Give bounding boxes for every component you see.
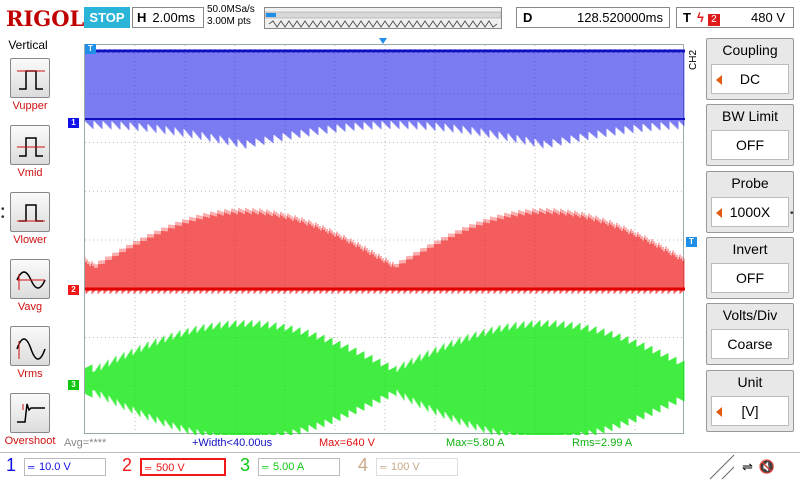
dc-coupling-icon: ═ <box>145 463 151 473</box>
menu-arrow-icon <box>716 75 722 85</box>
ch1-scale: ═ 10.0 V <box>24 458 106 476</box>
delay-position[interactable]: D 128.520000ms <box>516 7 670 28</box>
menu-unit[interactable]: Unit [V] <box>706 370 794 432</box>
invert-title: Invert <box>732 241 768 257</box>
trigger-tag: T <box>683 10 691 25</box>
rigol-logo: RIGOL <box>6 6 85 31</box>
mute-icon: 🔇 <box>758 459 776 474</box>
ch3-number: 3 <box>240 455 251 475</box>
delay-tag: D <box>523 10 533 25</box>
menu-bw-limit[interactable]: BW Limit OFF <box>706 104 794 166</box>
vlower-icon <box>10 192 50 232</box>
ch1-status[interactable]: 1 ═ 10.0 V <box>0 455 112 478</box>
delay-value: 128.520000ms <box>576 10 663 25</box>
ch3-status[interactable]: 3 ═ 5.00 A <box>234 455 346 478</box>
panel-indicator-dots: • • <box>1 204 5 223</box>
measure-vavg[interactable]: Vavg <box>5 259 55 313</box>
memory-overview-strip[interactable] <box>264 7 502 29</box>
rising-edge-icon: ϟ <box>696 10 704 25</box>
run-stop-status[interactable]: STOP <box>84 7 130 28</box>
vertical-menu-title: Vertical <box>8 38 48 52</box>
menu-arrow-icon <box>716 407 722 417</box>
trigger-position-marker[interactable] <box>379 38 387 44</box>
channel-menu: Coupling DC BW Limit OFF Probe 1000X Inv… <box>702 38 798 438</box>
vrms-icon <box>10 326 50 366</box>
measure-vupper[interactable]: Vupper <box>5 58 55 112</box>
trigger-level-marker[interactable]: T <box>686 237 697 247</box>
menu-page-indicator: • <box>790 208 794 219</box>
trigger-settings[interactable]: Tϟ 2 480 V <box>676 7 794 28</box>
horizontal-timebase[interactable]: H 2.00ms <box>132 7 204 28</box>
menu-probe[interactable]: Probe 1000X <box>706 171 794 233</box>
invert-value: OFF <box>711 263 789 293</box>
measure-overshoot[interactable]: Overshoot <box>5 393 55 447</box>
waveform-canvas <box>85 45 685 435</box>
bw-limit-title: BW Limit <box>722 108 778 124</box>
vmid-icon <box>10 125 50 165</box>
waveform-display[interactable] <box>84 44 685 435</box>
acquisition-info: 50.0MSa/s 3.00M pts <box>207 4 255 28</box>
measurement-menu: Vertical • • Vupper Vmid Vlower Vavg Vrms <box>0 36 62 450</box>
menu-coupling[interactable]: Coupling DC <box>706 38 794 100</box>
trigger-source: 2 <box>707 14 720 26</box>
ch2-status[interactable]: 2 ═ 500 V <box>116 455 228 478</box>
channel-status-bar: 1 ═ 10.0 V 2 ═ 500 V 3 ═ 5.00 A 4 ═ 100 V ⇌ 🔇 <box>0 452 800 480</box>
dc-coupling-icon: ═ <box>262 462 268 472</box>
coupling-value: DC <box>711 64 789 94</box>
ch2-waveform <box>85 208 685 294</box>
measure-vmid[interactable]: Vmid <box>5 125 55 179</box>
ch4-number: 4 <box>358 455 369 475</box>
horizontal-scale: 2.00ms <box>152 10 196 25</box>
volts-div-value: Coarse <box>711 329 789 359</box>
measure-width: +Width<40.00us <box>192 437 273 449</box>
menu-channel-label: CH2 <box>688 49 699 70</box>
ch4-scale: ═ 100 V <box>376 458 458 476</box>
menu-volts-div[interactable]: Volts/Div Coarse <box>706 303 794 365</box>
vavg-icon <box>10 259 50 299</box>
dc-coupling-icon: ═ <box>380 462 386 472</box>
measure-max-ch3: Max=5.80 A <box>446 437 505 449</box>
ch3-scale: ═ 5.00 A <box>258 458 340 476</box>
measure-vlower[interactable]: Vlower <box>5 192 55 246</box>
ch1-number: 1 <box>6 455 17 475</box>
menu-corner-icon <box>709 454 735 480</box>
unit-value: [V] <box>711 396 789 426</box>
usb-icon: ⇌ 🔇 <box>742 459 776 474</box>
memory-waveform-overview <box>265 11 502 28</box>
vrms-label: Vrms <box>17 368 43 380</box>
ch1-offset-marker[interactable]: 1 <box>68 118 79 128</box>
coupling-title: Coupling <box>722 42 778 58</box>
trigger-time-marker[interactable]: T <box>85 44 96 54</box>
measure-avg: Avg=**** <box>64 437 107 449</box>
unit-title: Unit <box>737 374 763 390</box>
vlower-label: Vlower <box>13 234 47 246</box>
top-status-bar: RIGOL STOP H 2.00ms 50.0MSa/s 3.00M pts D… <box>0 0 800 36</box>
menu-invert[interactable]: Invert OFF <box>706 237 794 299</box>
vmid-label: Vmid <box>17 167 43 179</box>
volts-div-title: Volts/Div <box>722 307 778 323</box>
measure-rms-ch3: Rms=2.99 A <box>572 437 633 449</box>
measurement-results: Avg=**** +Width<40.00us Max=640 V Max=5.… <box>62 437 702 451</box>
ch4-status[interactable]: 4 ═ 100 V <box>352 455 464 478</box>
sample-rate: 50.0MSa/s <box>207 4 255 15</box>
measure-max-ch2: Max=640 V <box>319 437 375 449</box>
dc-coupling-icon: ═ <box>28 462 34 472</box>
vavg-label: Vavg <box>17 301 43 313</box>
vupper-label: Vupper <box>12 100 48 112</box>
ch2-offset-marker[interactable]: 2 <box>68 285 79 295</box>
ch3-offset-marker[interactable]: 3 <box>68 380 79 390</box>
overshoot-icon <box>10 393 50 433</box>
horizontal-tag: H <box>137 10 147 25</box>
ch2-number: 2 <box>122 455 133 475</box>
trigger-level: 480 V <box>751 10 785 25</box>
probe-title: Probe <box>731 175 769 191</box>
ch2-scale: ═ 500 V <box>140 458 226 476</box>
probe-value: 1000X <box>711 197 789 227</box>
overshoot-label: Overshoot <box>4 435 56 447</box>
menu-arrow-icon <box>716 208 722 218</box>
measure-vrms[interactable]: Vrms <box>5 326 55 380</box>
bw-limit-value: OFF <box>711 130 789 160</box>
vupper-icon <box>10 58 50 98</box>
memory-depth: 3.00M pts <box>207 16 251 27</box>
